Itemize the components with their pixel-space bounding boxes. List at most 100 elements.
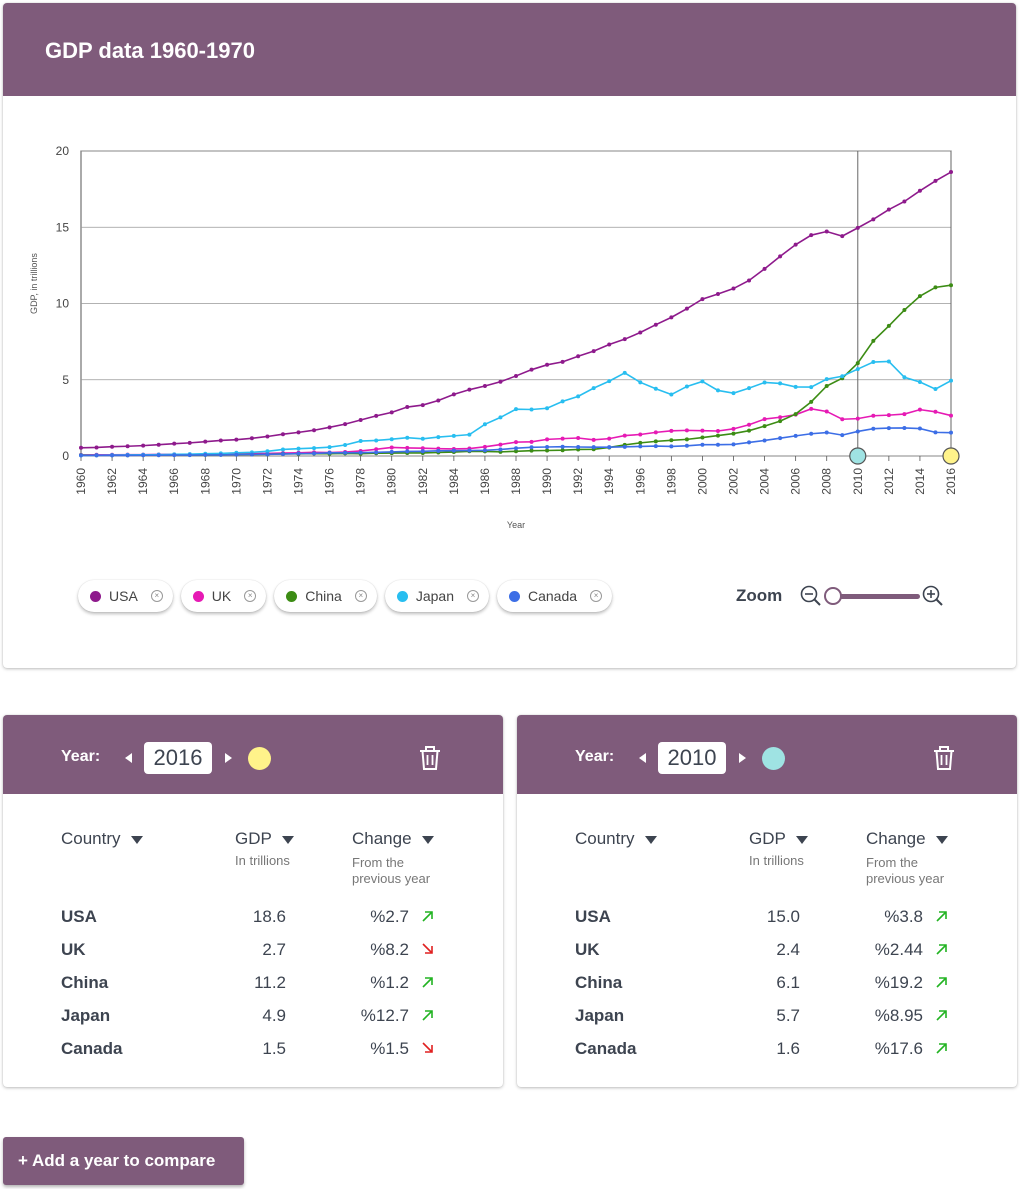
data-point-japan (731, 391, 736, 396)
data-point-japan (778, 381, 783, 386)
change-cell: %1.2 (370, 973, 409, 992)
change-header[interactable]: Change (352, 829, 434, 849)
sort-down-icon[interactable] (421, 835, 434, 844)
data-point-uk (871, 413, 876, 418)
data-point-usa (715, 292, 720, 297)
legend-chip-canada[interactable]: Canada × (497, 580, 613, 612)
data-point-japan (886, 359, 891, 364)
data-point-japan (607, 379, 612, 384)
data-point-japan (280, 447, 285, 452)
trash-icon[interactable] (419, 746, 441, 770)
legend-chip-usa[interactable]: USA × (78, 580, 173, 612)
data-point-uk (809, 406, 814, 411)
sort-down-icon[interactable] (795, 835, 808, 844)
country-cell: USA (575, 907, 611, 926)
data-point-japan (514, 407, 518, 412)
trend-up-icon (936, 1010, 947, 1021)
data-point-usa (218, 438, 223, 443)
x-tick-label: 1976 (323, 468, 337, 495)
country-header[interactable]: Country (61, 829, 143, 849)
zoom-slider-thumb[interactable] (824, 587, 843, 605)
data-point-usa (747, 278, 752, 283)
change-cell: %19.2 (874, 973, 923, 992)
gdp-header[interactable]: GDP (749, 829, 808, 849)
table-row: Japan 5.7 %8.95 (575, 1006, 975, 1026)
data-point-uk (824, 409, 829, 414)
data-point-canada (809, 431, 814, 436)
trend-up-icon (936, 911, 947, 922)
x-tick-label: 2010 (851, 468, 865, 495)
country-cell: Japan (61, 1006, 111, 1025)
table-row: UK 2.7 %8.2 (61, 940, 461, 960)
series-line-usa (80, 171, 952, 449)
gdp-line-chart: 0 5 10 15 20 1960 1962 1964 1966 1968 1970 1972 1974… (29, 144, 960, 530)
close-circle-icon[interactable]: × (150, 590, 163, 602)
data-point-canada (374, 450, 379, 455)
zoom-in-icon[interactable] (922, 585, 944, 607)
data-point-canada (638, 444, 643, 449)
legend-dot (90, 590, 101, 602)
legend-label: Japan (415, 588, 454, 604)
data-point-usa (312, 428, 317, 433)
trend-up-icon (936, 1043, 947, 1054)
close-circle-icon[interactable]: × (590, 590, 603, 602)
data-point-china (545, 448, 550, 453)
next-year-icon[interactable] (739, 753, 746, 763)
data-point-uk (514, 440, 518, 445)
x-tick-label: 1992 (571, 468, 585, 495)
country-header[interactable]: Country (575, 829, 657, 849)
zoom-label: Zoom (736, 586, 783, 605)
data-point-canada (560, 444, 565, 449)
data-point-canada (156, 453, 161, 458)
year-input[interactable]: 2010 (658, 742, 726, 774)
data-point-canada (451, 448, 456, 453)
x-tick-label: 1980 (385, 468, 399, 495)
gdp-cell: 2.7 (262, 940, 286, 959)
year-input[interactable]: 2016 (144, 742, 212, 774)
previous-year-icon[interactable] (125, 753, 132, 763)
sort-down-icon[interactable] (130, 835, 143, 844)
legend-chip-uk[interactable]: UK × (180, 580, 267, 612)
sort-down-icon[interactable] (644, 835, 657, 844)
trend-down-icon (422, 943, 433, 954)
gdp-cell: 15.0 (766, 907, 800, 926)
data-point-usa (560, 359, 565, 364)
data-point-japan (451, 433, 456, 438)
change-cell: %2.44 (874, 940, 923, 959)
data-point-canada (886, 426, 891, 431)
data-point-japan (684, 384, 689, 389)
table-row: UK 2.4 %2.44 (575, 940, 975, 960)
zoom-out-icon[interactable] (800, 585, 822, 607)
gdp-header[interactable]: GDP (235, 829, 294, 849)
close-circle-icon[interactable]: × (467, 590, 479, 602)
close-circle-icon[interactable]: × (244, 590, 257, 602)
x-tick-label: 1996 (633, 468, 647, 495)
zoom-slider-track[interactable] (830, 594, 921, 599)
sort-down-icon[interactable] (935, 835, 948, 844)
year-marker-handle-2016[interactable] (942, 447, 960, 465)
data-point-canada (793, 433, 798, 438)
next-year-icon[interactable] (225, 753, 232, 763)
close-circle-icon[interactable]: × (354, 590, 367, 602)
data-point-usa (265, 434, 270, 439)
legend: USA × UK × China × Japan × Canada × (78, 580, 613, 612)
zoom-slider[interactable] (824, 585, 921, 607)
data-point-canada (700, 442, 705, 447)
change-cell: %17.6 (874, 1039, 923, 1058)
data-point-usa (871, 217, 876, 222)
data-point-canada (296, 451, 301, 456)
data-point-canada (343, 450, 348, 455)
data-point-china (762, 424, 767, 429)
legend-chip-japan[interactable]: Japan × (384, 580, 489, 612)
sort-down-icon[interactable] (281, 835, 294, 844)
data-point-canada (591, 445, 596, 450)
trash-icon[interactable] (933, 746, 955, 770)
data-point-china (638, 440, 643, 445)
previous-year-icon[interactable] (639, 753, 646, 763)
zoom-control: Zoom (736, 585, 944, 607)
change-header[interactable]: Change (866, 829, 948, 849)
legend-chip-china[interactable]: China × (274, 580, 377, 612)
add-year-button[interactable]: + Add a year to compare (3, 1137, 244, 1185)
year-marker-handle-2010[interactable] (849, 447, 867, 465)
data-point-usa (203, 439, 208, 444)
